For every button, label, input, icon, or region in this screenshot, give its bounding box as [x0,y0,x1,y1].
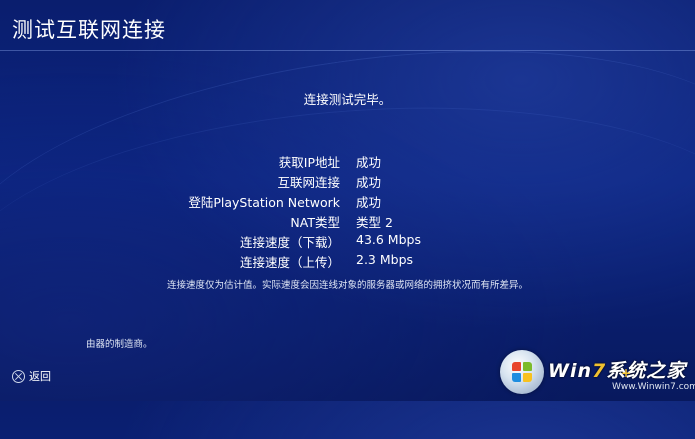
result-label: 互联网连接 [277,175,340,190]
flag-red [512,362,521,371]
watermark-url: Www.Winwin7.com [612,382,695,392]
result-value: 成功 [356,155,382,170]
cross-button-icon [12,369,25,383]
back-button[interactable]: 返回 [12,368,51,384]
flag-blue [512,373,521,382]
result-value: 43.6 Mbps [356,232,421,247]
back-label: 返回 [29,370,51,383]
page-title: 测试互联网连接 [12,18,166,42]
result-label: 获取IP地址 [278,155,340,170]
watermark-brand: Win7系统之家 [548,360,687,382]
result-row-ip: 获取IP地址 成功 [0,152,695,172]
result-value: 类型 2 [356,215,393,230]
result-label: NAT类型 [290,215,340,230]
result-row-upload: 连接速度（上传） 2.3 Mbps [0,252,695,272]
result-row-nat: NAT类型 类型 2 [0,212,695,232]
partial-note: 由器的制造商。 [86,339,153,350]
result-row-download: 连接速度（下载） 43.6 Mbps [0,232,695,252]
status-message: 连接测试完毕。 [303,92,392,107]
result-row-internet: 互联网连接 成功 [0,172,695,192]
result-value: 成功 [356,175,382,190]
result-label: 登陆PlayStation Network [188,195,340,210]
result-value: 2.3 Mbps [356,252,414,267]
plus-icon: + [621,366,632,380]
windows-logo-icon [500,350,544,394]
flag-green [523,362,532,371]
header-divider [0,50,695,51]
flag-yellow [523,373,532,382]
watermark: Win7系统之家 + Www.Winwin7.com [498,346,695,401]
result-label: 连接速度（上传） [239,255,340,270]
speed-note: 连接速度仅为估计值。实际速度会因连线对象的服务器或网络的拥挤状况而有所差异。 [166,280,528,291]
result-row-psn: 登陆PlayStation Network 成功 [0,192,695,212]
result-value: 成功 [356,195,382,210]
result-label: 连接速度（下载） [239,235,340,250]
header: 测试互联网连接 [0,0,695,50]
